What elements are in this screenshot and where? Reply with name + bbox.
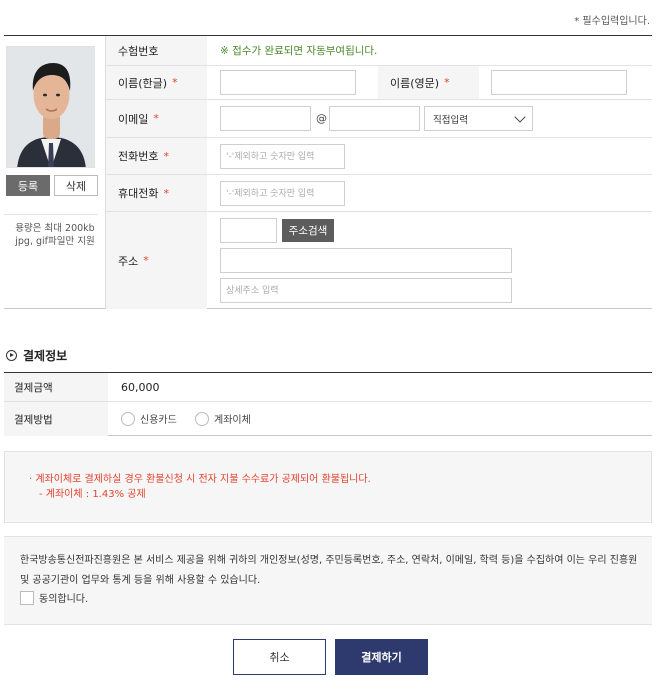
radio-circle-icon (121, 411, 135, 426)
photo-column: 등록 삭제 용량은 최대 200kb jpg, gif파일만 지원 (4, 36, 106, 309)
refund-notice-line2: - 계좌이체 : 1.43% 공제 (39, 489, 146, 500)
payment-section-title: 결제정보 (6, 347, 67, 364)
payment-amount-label: 결제금액 (4, 373, 108, 401)
address-detail-input[interactable] (220, 278, 512, 303)
payment-table: 결제금액 60,000 결제방법 신용카드 계좌이체 (4, 372, 652, 436)
email-label: 이메일 * (106, 100, 207, 137)
photo-note-size: 용량은 최대 200kb (15, 223, 95, 234)
person-photo-icon (7, 47, 94, 167)
row-exam-number: 수험번호 ※ 접수가 완료되면 자동부여됩니다. (106, 36, 652, 66)
phone-input[interactable] (220, 144, 345, 169)
row-mobile: 휴대전화 * (106, 175, 652, 212)
email-domain-input[interactable] (329, 106, 420, 131)
photo-delete-button[interactable]: 삭제 (54, 175, 98, 196)
cancel-button[interactable]: 취소 (233, 639, 326, 675)
row-address: 주소 * 주소검색 (106, 212, 652, 309)
email-at-sign: @ (316, 112, 327, 125)
required-note: * 필수입력입니다. (574, 16, 650, 27)
radio-bank-transfer[interactable]: 계좌이체 (195, 411, 251, 426)
payment-amount-row: 결제금액 60,000 (4, 373, 652, 402)
privacy-text: 한국방송통신전파진흥원은 본 서비스 제공을 위해 귀하의 개인정보(성명, 주… (20, 555, 638, 586)
name-english-label: 이름(영문) * (378, 66, 479, 99)
radio-circle-icon (195, 411, 209, 426)
address-label: 주소 * (106, 212, 207, 309)
refund-notice-line1: · 계좌이체로 결제하실 경우 환불신청 시 전자 지불 수수료가 공제되어 환… (29, 474, 371, 485)
address-search-button[interactable]: 주소검색 (282, 219, 334, 242)
address-input[interactable] (220, 248, 512, 273)
photo-register-button[interactable]: 등록 (6, 175, 50, 196)
phone-label: 전화번호 * (106, 138, 207, 174)
pay-button[interactable]: 결제하기 (335, 639, 428, 675)
mobile-label: 휴대전화 * (106, 175, 207, 211)
row-name: 이름(한글) * 이름(영문) * (106, 66, 652, 100)
name-english-input[interactable] (491, 70, 627, 95)
chevron-down-icon (514, 111, 526, 123)
row-email: 이메일 * @ 직접입력 (106, 100, 652, 138)
payment-amount-value: 60,000 (121, 380, 160, 394)
radio-credit-card[interactable]: 신용카드 (121, 411, 177, 426)
photo-note: 용량은 최대 200kb jpg, gif파일만 지원 (4, 222, 106, 248)
circle-arrow-icon (6, 350, 17, 361)
agree-checkbox[interactable]: 동의합니다. (20, 590, 88, 605)
refund-notice: · 계좌이체로 결제하실 경우 환불신청 시 전자 지불 수수료가 공제되어 환… (4, 451, 652, 523)
mobile-input[interactable] (220, 181, 345, 206)
applicant-photo (6, 46, 95, 168)
name-korean-input[interactable] (220, 70, 356, 95)
payment-method-label: 결제방법 (4, 402, 108, 436)
row-phone: 전화번호 * (106, 138, 652, 175)
email-domain-select-value: 직접입력 (433, 114, 468, 126)
privacy-consent: 한국방송통신전파진흥원은 본 서비스 제공을 위해 귀하의 개인정보(성명, 주… (4, 536, 652, 625)
exam-number-label: 수험번호 (106, 36, 207, 65)
email-domain-select[interactable]: 직접입력 (424, 106, 533, 131)
email-id-input[interactable] (220, 106, 311, 131)
payment-method-row: 결제방법 신용카드 계좌이체 (4, 402, 652, 436)
photo-note-format: jpg, gif파일만 지원 (15, 236, 95, 247)
zipcode-input[interactable] (220, 218, 277, 243)
applicant-form: 등록 삭제 용량은 최대 200kb jpg, gif파일만 지원 수험번호 ※… (4, 35, 652, 309)
checkbox-icon (20, 590, 34, 605)
exam-number-notice: ※ 접수가 완료되면 자동부여됩니다. (220, 45, 378, 57)
name-korean-label: 이름(한글) * (106, 66, 207, 99)
photo-divider (4, 214, 98, 215)
